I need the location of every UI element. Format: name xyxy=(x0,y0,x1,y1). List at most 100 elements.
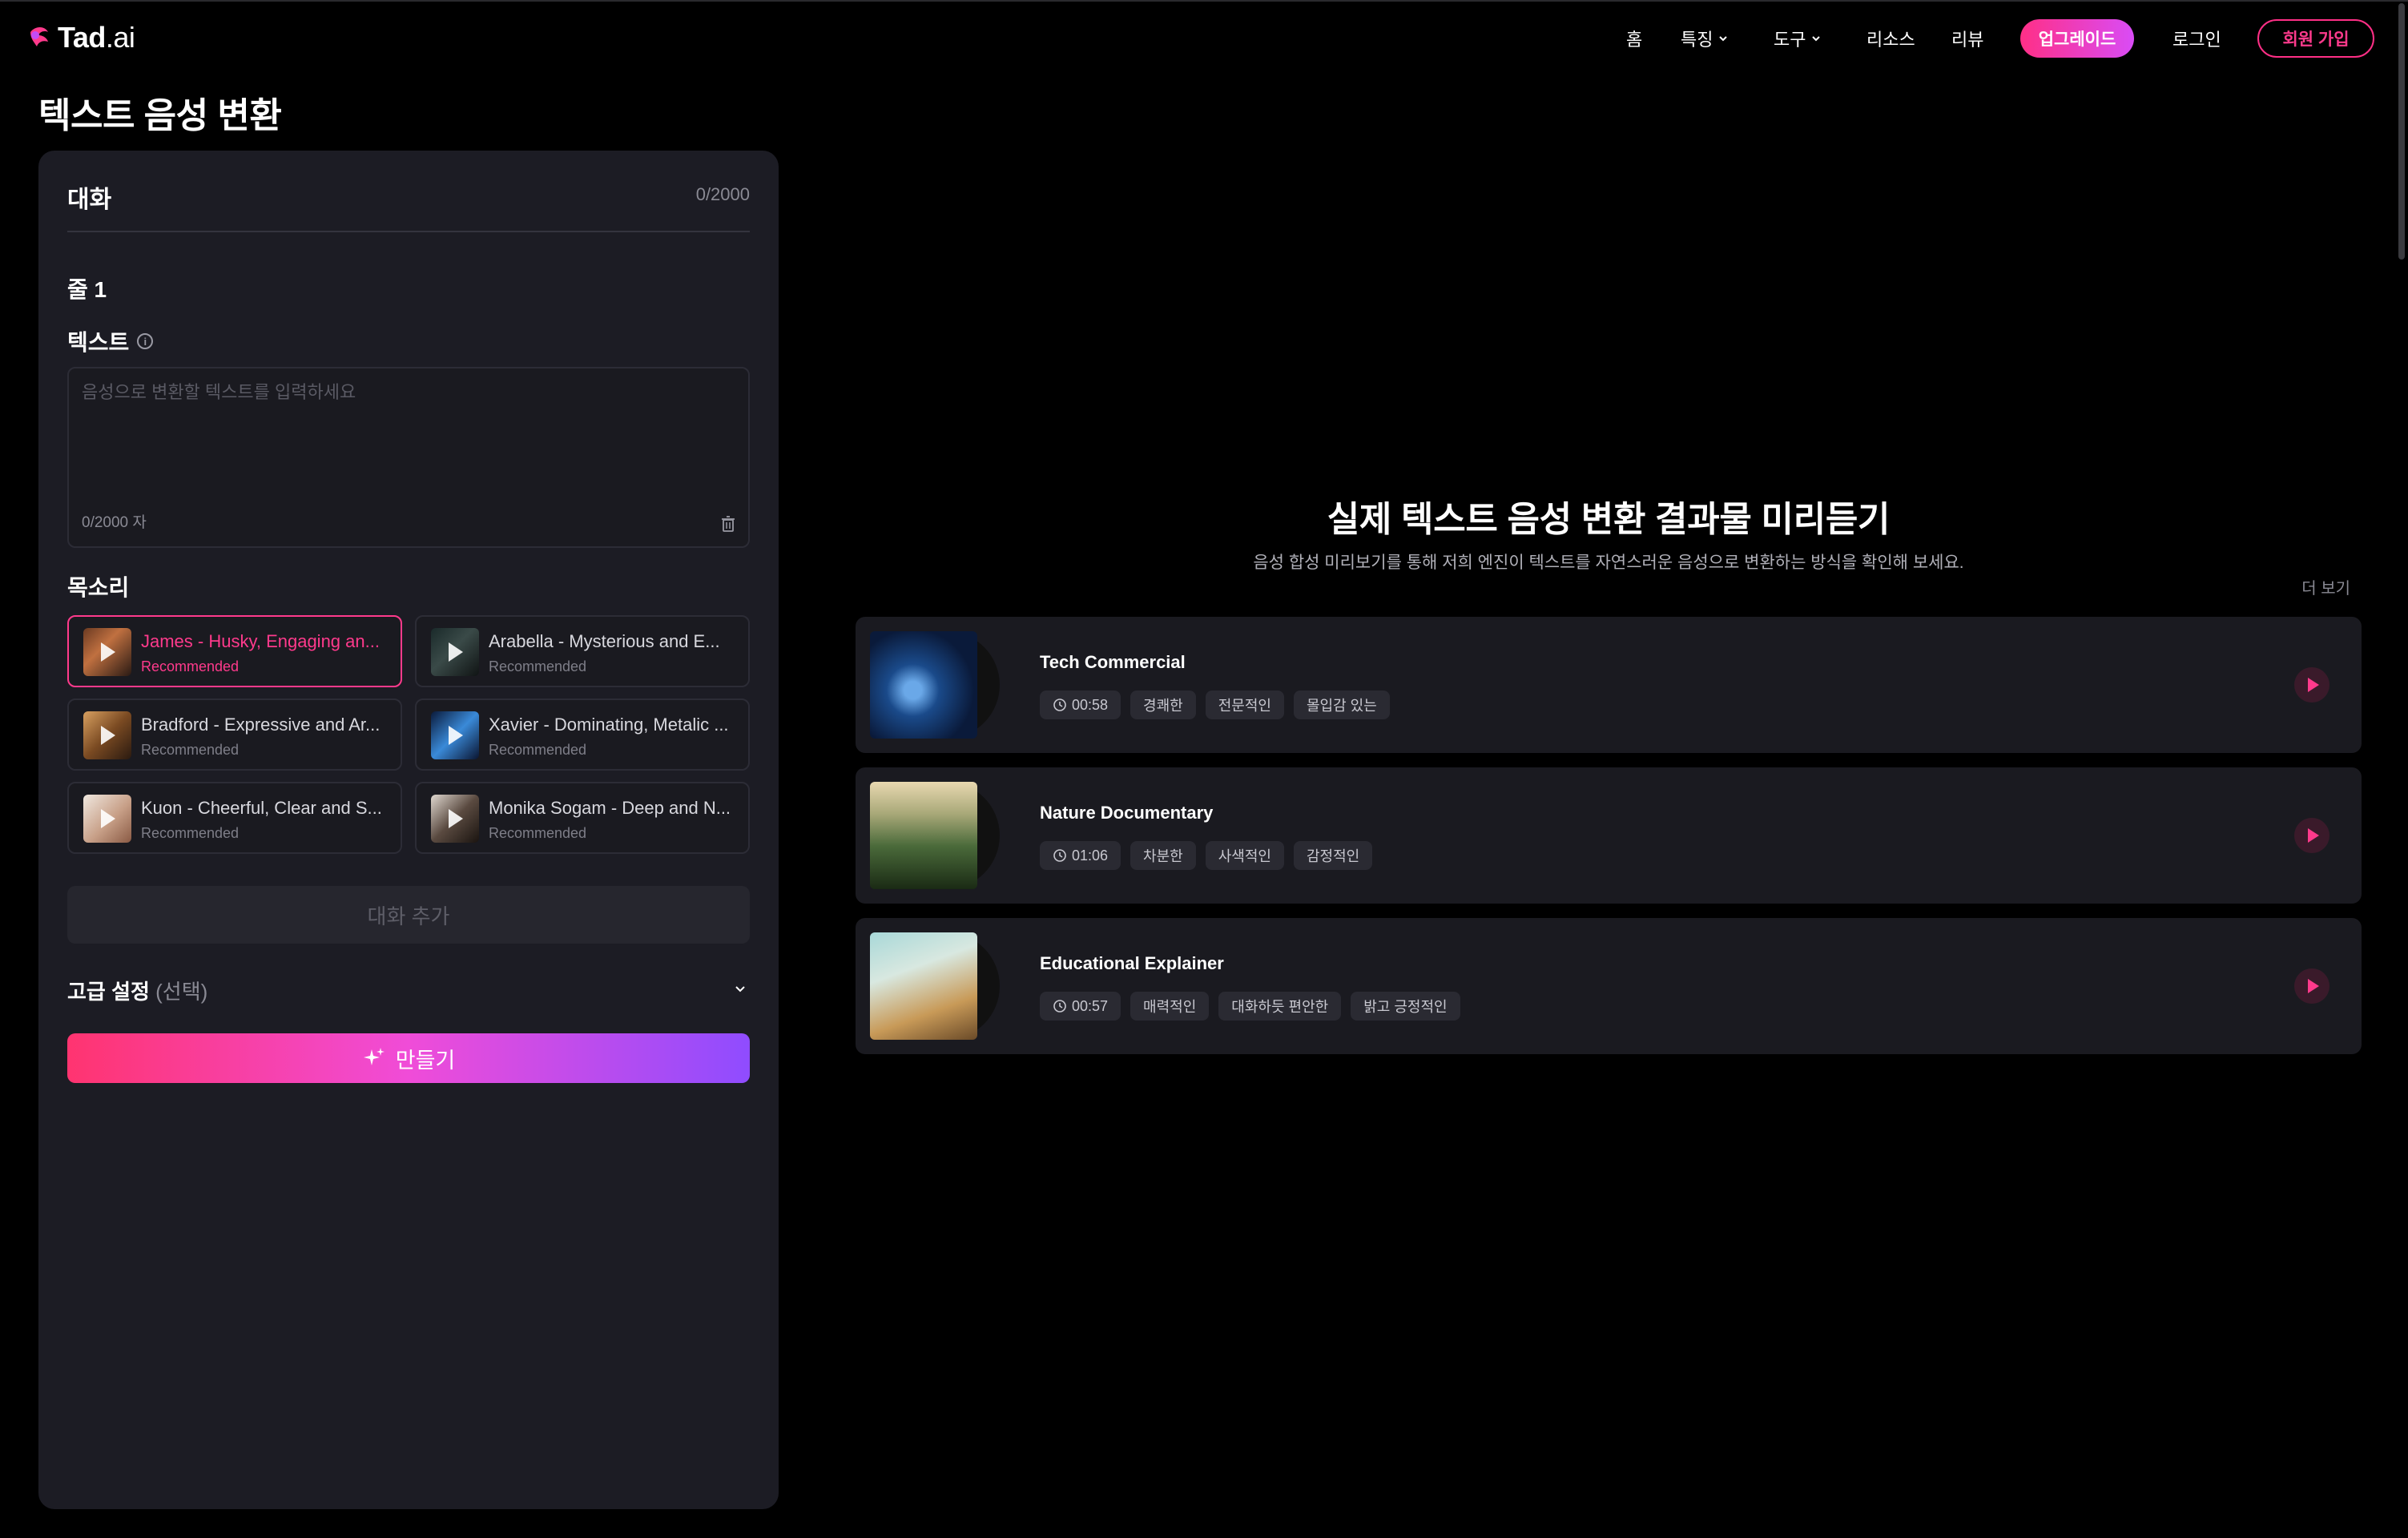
sample-card[interactable]: Nature Documentary 01:06 차분한 사색적인 감정적인 xyxy=(856,767,2362,904)
sample-cover xyxy=(870,932,1000,1040)
voice-option[interactable]: James - Husky, Engaging an... Recommende… xyxy=(67,615,402,687)
clock-icon xyxy=(1053,1000,1066,1013)
upgrade-button[interactable]: 업그레이드 xyxy=(2020,19,2134,58)
voice-option[interactable]: Kuon - Cheerful, Clear and S... Recommen… xyxy=(67,782,402,854)
advanced-settings-toggle[interactable]: 고급 설정 (선택) xyxy=(67,976,207,1005)
voice-option[interactable]: Arabella - Mysterious and E... Recommend… xyxy=(415,615,750,687)
text-input[interactable]: 음성으로 변환할 텍스트를 입력하세요 0/2000 자 xyxy=(67,367,750,548)
nav-reviews[interactable]: 리뷰 xyxy=(1951,26,1983,51)
play-button[interactable] xyxy=(2294,818,2329,853)
sample-cover xyxy=(870,782,1000,889)
duration-badge: 01:06 xyxy=(1040,841,1121,870)
voice-tag: Recommended xyxy=(489,658,587,674)
voice-name: Xavier - Dominating, Metalic ... xyxy=(489,715,729,735)
voice-avatar xyxy=(431,795,479,843)
voice-tag: Recommended xyxy=(141,658,240,674)
play-icon xyxy=(2308,979,2319,993)
add-dialog-button[interactable]: 대화 추가 xyxy=(67,886,750,944)
voice-grid: James - Husky, Engaging an... Recommende… xyxy=(67,615,750,854)
cover-image xyxy=(870,932,977,1040)
play-icon xyxy=(449,642,463,662)
trash-icon[interactable] xyxy=(721,516,735,532)
voice-option[interactable]: Bradford - Expressive and Ar... Recommen… xyxy=(67,699,402,771)
play-icon xyxy=(2308,678,2319,692)
sample-tags: 01:06 차분한 사색적인 감정적인 xyxy=(1040,841,1373,870)
sample-tag: 경쾌한 xyxy=(1130,690,1196,719)
sample-tag: 사색적인 xyxy=(1205,841,1284,870)
play-icon xyxy=(101,809,115,828)
nav-home[interactable]: 홈 xyxy=(1626,26,1642,51)
voice-avatar xyxy=(431,711,479,759)
play-icon xyxy=(101,726,115,745)
voice-avatar xyxy=(83,711,131,759)
scrollbar[interactable] xyxy=(2398,3,2405,260)
sample-title: Tech Commercial xyxy=(1040,652,1186,672)
signup-button[interactable]: 회원 가입 xyxy=(2257,19,2374,58)
voice-label: 목소리 xyxy=(67,575,130,600)
preview-title: 실제 텍스트 음성 변환 결과물 미리듣기 xyxy=(1327,500,1891,539)
create-button-label: 만들기 xyxy=(395,1048,456,1073)
duration-badge: 00:57 xyxy=(1040,992,1121,1021)
voice-tag: Recommended xyxy=(489,742,587,758)
sparkle-icon xyxy=(363,1048,385,1065)
nav-tools[interactable]: 도구 xyxy=(1774,26,1822,51)
voice-name: Kuon - Cheerful, Clear and S... xyxy=(141,798,382,818)
text-label: 텍스트 i xyxy=(67,325,154,357)
nav-features[interactable]: 특징 xyxy=(1681,26,1729,51)
voice-name: Monika Sogam - Deep and N... xyxy=(489,798,731,818)
login-button[interactable]: 로그인 xyxy=(2172,19,2221,58)
sample-tag: 차분한 xyxy=(1130,841,1196,870)
voice-tag: Recommended xyxy=(141,825,240,841)
logo-text: Tad.ai xyxy=(58,21,135,54)
sample-tag: 매력적인 xyxy=(1130,992,1210,1021)
sample-card[interactable]: Educational Explainer 00:57 매력적인 대화하듯 편안… xyxy=(856,918,2362,1054)
preview-subtitle: 음성 합성 미리보기를 통해 저희 엔진이 텍스트를 자연스러운 음성으로 변환… xyxy=(1253,554,1964,572)
sample-tag: 몰입감 있는 xyxy=(1293,690,1390,719)
voice-tag: Recommended xyxy=(141,742,240,758)
sample-tag: 감정적인 xyxy=(1293,841,1373,870)
text-input-char-count: 0/2000 자 xyxy=(82,514,147,531)
voice-option[interactable]: Monika Sogam - Deep and N... Recommended xyxy=(415,782,750,854)
more-voices-link[interactable]: 더 보기 xyxy=(2301,575,2350,598)
play-icon xyxy=(449,726,463,745)
voice-option[interactable]: Xavier - Dominating, Metalic ... Recomme… xyxy=(415,699,750,771)
cover-image xyxy=(870,631,977,739)
play-button[interactable] xyxy=(2294,667,2329,703)
dialog-char-count: 0/2000 xyxy=(695,184,750,204)
chevron-down-icon xyxy=(1719,36,1728,42)
voice-avatar xyxy=(83,795,131,843)
sample-title: Educational Explainer xyxy=(1040,953,1224,973)
chevron-down-icon[interactable] xyxy=(734,982,747,995)
cover-image xyxy=(870,782,977,889)
dialog-title: 대화 xyxy=(67,187,112,213)
voice-name: James - Husky, Engaging an... xyxy=(141,631,380,651)
sample-card[interactable]: Tech Commercial 00:58 경쾌한 전문적인 몰입감 있는 xyxy=(856,617,2362,753)
voice-avatar xyxy=(431,628,479,676)
voice-name: Bradford - Expressive and Ar... xyxy=(141,715,381,735)
play-icon xyxy=(101,642,115,662)
voice-name: Arabella - Mysterious and E... xyxy=(489,631,720,651)
sample-tag: 밝고 긍정적인 xyxy=(1351,992,1460,1021)
dialog-header: 대화 0/2000 xyxy=(67,179,750,232)
play-icon xyxy=(2308,828,2319,843)
sample-tag: 전문적인 xyxy=(1205,690,1284,719)
voice-avatar xyxy=(83,628,131,676)
info-icon[interactable]: i xyxy=(137,333,154,349)
sample-title: Nature Documentary xyxy=(1040,803,1214,823)
play-button[interactable] xyxy=(2294,968,2329,1004)
sample-tag: 대화하듯 편안한 xyxy=(1218,992,1342,1021)
duration-badge: 00:58 xyxy=(1040,690,1121,719)
clock-icon xyxy=(1053,849,1066,862)
line-label: 줄 1 xyxy=(67,277,107,302)
sample-tags: 00:57 매력적인 대화하듯 편안한 밝고 긍정적인 xyxy=(1040,992,1460,1021)
text-input-placeholder: 음성으로 변환할 텍스트를 입력하세요 xyxy=(82,382,356,402)
create-button[interactable]: 만들기 xyxy=(67,1033,750,1083)
clock-icon xyxy=(1053,699,1066,711)
page-title: 텍스트 음성 변환 xyxy=(38,96,282,135)
sample-cover xyxy=(870,631,1000,739)
logo-icon xyxy=(30,27,48,46)
play-icon xyxy=(449,809,463,828)
nav-resources[interactable]: 리소스 xyxy=(1866,26,1915,51)
top-navigation: Tad.ai 홈 특징 도구 리소스 리뷰 업그레이드 로그인 회원 가입 xyxy=(0,0,2408,74)
logo[interactable]: Tad.ai xyxy=(27,21,135,54)
